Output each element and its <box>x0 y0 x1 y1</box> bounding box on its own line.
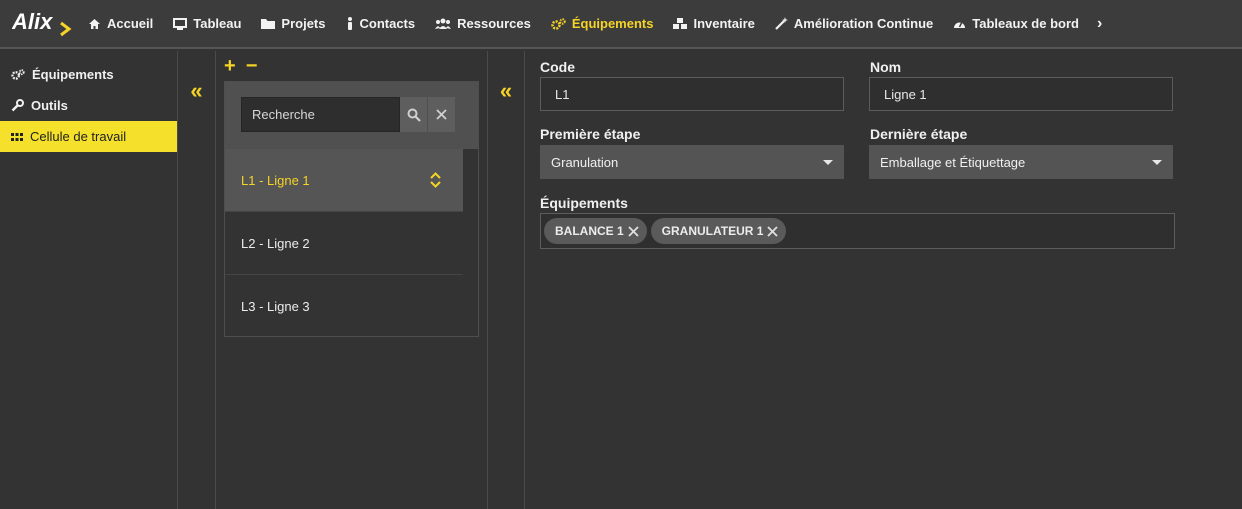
nav-label: Tableaux de bord <box>972 16 1079 31</box>
caret-down-icon <box>1152 160 1162 165</box>
collapse-list-chevron-icon[interactable]: « <box>500 80 512 509</box>
sidebar-item-cellule-de-travail[interactable]: Cellule de travail <box>0 121 177 152</box>
list-actions: + − <box>224 56 258 76</box>
nav-tableaux-de-bord[interactable]: Tableaux de bord <box>943 0 1089 48</box>
equipement-tag: GRANULATEUR 1 <box>650 218 787 244</box>
last-step-value: Emballage et Étiquettage <box>880 154 1026 170</box>
close-icon <box>436 109 447 120</box>
main-nav: Accueil Tableau Projets Contacts Ressour… <box>78 0 1110 48</box>
person-icon <box>347 17 352 30</box>
nav-tableau[interactable]: Tableau <box>163 0 251 48</box>
equipements-tags-input[interactable]: BALANCE 1 GRANULATEUR 1 <box>540 213 1175 249</box>
list-item-label: L2 - Ligne 2 <box>241 235 310 251</box>
code-label: Code <box>540 59 575 75</box>
tag-label: GRANULATEUR 1 <box>661 224 764 238</box>
caret-down-icon <box>823 160 833 165</box>
nav-accueil[interactable]: Accueil <box>78 0 163 48</box>
cubes-icon <box>673 17 688 29</box>
nom-label: Nom <box>870 59 902 75</box>
search-bar <box>225 82 478 149</box>
svg-text:Alix: Alix <box>12 9 53 34</box>
search-icon <box>407 108 421 122</box>
list-item[interactable]: L1 - Ligne 1 <box>225 149 463 212</box>
first-step-label: Première étape <box>540 126 641 142</box>
cogs-icon <box>11 69 25 80</box>
collapse-sidebar-chevron-icon[interactable]: « <box>190 80 202 509</box>
equipement-tag: BALANCE 1 <box>544 218 647 244</box>
list-item[interactable]: L3 - Ligne 3 <box>225 275 463 338</box>
chevron-up-icon[interactable] <box>430 172 441 179</box>
search-button[interactable] <box>400 97 427 132</box>
home-icon <box>89 18 100 29</box>
nav-label: Accueil <box>107 16 154 31</box>
wrench-icon <box>11 99 24 112</box>
add-item-button[interactable]: + <box>224 56 236 76</box>
last-step-label: Dernière étape <box>870 126 968 142</box>
monitor-icon <box>173 17 188 30</box>
remove-item-button[interactable]: − <box>246 56 258 76</box>
nav-amelioration-continue[interactable]: Amélioration Continue <box>765 0 943 48</box>
first-step-value: Granulation <box>551 154 619 170</box>
alix-logo[interactable]: Alix <box>0 0 78 48</box>
remove-tag-close-icon[interactable] <box>767 225 779 237</box>
nav-label: Amélioration Continue <box>793 16 934 31</box>
code-field[interactable]: L1 <box>540 77 844 111</box>
cogs-icon <box>551 17 566 30</box>
collapse-sidebar-column: « <box>178 51 216 509</box>
nav-more-chevron-icon[interactable]: › <box>1089 15 1110 33</box>
equipements-label: Équipements <box>540 195 628 211</box>
nav-label: Projets <box>281 16 326 31</box>
top-navbar: Alix Accueil Tableau Projets Contacts Re… <box>0 0 1242 49</box>
folder-icon <box>261 19 276 29</box>
grid-icon <box>11 132 23 141</box>
nom-field[interactable]: Ligne 1 <box>869 77 1173 111</box>
sidebar-item-outils[interactable]: Outils <box>0 90 177 121</box>
nav-projets[interactable]: Projets <box>251 0 335 48</box>
logo-mark: Alix <box>12 9 72 36</box>
nav-label: Contacts <box>359 16 416 31</box>
magic-wand-icon <box>775 17 788 30</box>
dashboard-icon <box>954 21 966 28</box>
remove-tag-close-icon[interactable] <box>628 225 639 237</box>
users-icon <box>435 18 452 29</box>
sidebar-item-label: Équipements <box>32 67 114 82</box>
sidebar-item-label: Outils <box>31 98 68 113</box>
list-box: L1 - Ligne 1 L2 - Ligne 2 L3 - Ligne 3 <box>224 81 479 337</box>
reorder-arrows <box>430 172 441 188</box>
nav-label: Tableau <box>193 16 242 31</box>
detail-form: Code L1 Nom Ligne 1 Première étape Granu… <box>525 51 1242 509</box>
last-step-select[interactable]: Emballage et Étiquettage <box>869 145 1173 179</box>
list-panel: + − L1 - Ligne 1 L2 - Ligne 2 L3 - Ligne… <box>216 51 487 509</box>
chevron-down-icon[interactable] <box>430 181 441 188</box>
nav-inventaire[interactable]: Inventaire <box>663 0 764 48</box>
sidebar-item-label: Cellule de travail <box>30 129 127 144</box>
collapse-list-column: « <box>487 51 525 509</box>
sidebar-item-equipements[interactable]: Équipements <box>0 59 177 90</box>
nav-contacts[interactable]: Contacts <box>336 0 426 48</box>
nav-label: Équipements <box>571 16 654 31</box>
clear-search-button[interactable] <box>428 97 455 132</box>
first-step-select[interactable]: Granulation <box>540 145 844 179</box>
nav-label: Inventaire <box>693 16 755 31</box>
list-item[interactable]: L2 - Ligne 2 <box>225 212 463 275</box>
sidebar: Équipements Outils Cellule de travail <box>0 51 178 509</box>
nav-equipements[interactable]: Équipements <box>541 0 664 48</box>
nav-ressources[interactable]: Ressources <box>425 0 541 48</box>
list-item-label: L3 - Ligne 3 <box>241 299 310 314</box>
nav-label: Ressources <box>457 16 531 31</box>
list-item-label: L1 - Ligne 1 <box>241 172 310 188</box>
search-input[interactable] <box>241 97 400 132</box>
tag-label: BALANCE 1 <box>555 224 624 238</box>
